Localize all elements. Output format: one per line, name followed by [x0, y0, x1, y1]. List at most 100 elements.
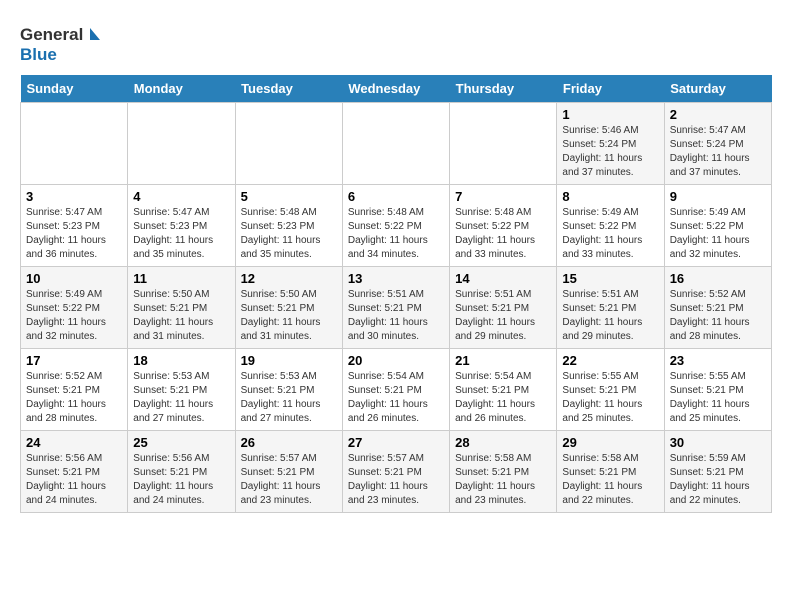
day-number: 17: [26, 353, 122, 368]
calendar-week-row: 1 Sunrise: 5:46 AMSunset: 5:24 PMDaylight…: [21, 103, 772, 185]
day-number: 11: [133, 271, 229, 286]
calendar-cell: 20Sunrise: 5:54 AMSunset: 5:21 PMDayligh…: [342, 349, 449, 431]
calendar-cell: 3 Sunrise: 5:47 AMSunset: 5:23 PMDaylight…: [21, 185, 128, 267]
calendar-cell: 5 Sunrise: 5:48 AMSunset: 5:23 PMDaylight…: [235, 185, 342, 267]
day-info: Sunrise: 5:47 AMSunset: 5:23 PMDaylight:…: [133, 206, 229, 262]
day-number: 16: [670, 271, 766, 286]
calendar-cell: 10 Sunrise: 5:49 AMSunset: 5:22 PMDayligh…: [21, 267, 128, 349]
calendar-cell: 6 Sunrise: 5:48 AMSunset: 5:22 PMDaylight…: [342, 185, 449, 267]
calendar-week-row: 17 Sunrise: 5:52 AMSunset: 5:21 PMDayligh…: [21, 349, 772, 431]
day-number: 20: [348, 353, 444, 368]
calendar-cell: 14 Sunrise: 5:51 AMSunset: 5:21 PMDayligh…: [450, 267, 557, 349]
calendar-cell: 11 Sunrise: 5:50 AMSunset: 5:21 PMDayligh…: [128, 267, 235, 349]
day-number: 30: [670, 435, 766, 450]
day-number: 8: [562, 189, 658, 204]
day-info: Sunrise: 5:48 AMSunset: 5:22 PMDaylight:…: [348, 206, 444, 262]
day-number: 25: [133, 435, 229, 450]
day-number: 24: [26, 435, 122, 450]
day-info: Sunrise: 5:53 AMSunset: 5:21 PMDaylight:…: [241, 370, 337, 426]
calendar-cell: 9Sunrise: 5:49 AMSunset: 5:22 PMDaylight…: [664, 185, 771, 267]
day-info: Sunrise: 5:47 AMSunset: 5:23 PMDaylight:…: [26, 206, 122, 262]
day-number: 7: [455, 189, 551, 204]
calendar-table: SundayMondayTuesdayWednesdayThursdayFrid…: [20, 75, 772, 513]
day-number: 22: [562, 353, 658, 368]
weekday-header-friday: Friday: [557, 75, 664, 103]
calendar-cell: [342, 103, 449, 185]
day-info: Sunrise: 5:46 AMSunset: 5:24 PMDaylight:…: [562, 124, 658, 180]
weekday-header-tuesday: Tuesday: [235, 75, 342, 103]
day-info: Sunrise: 5:57 AMSunset: 5:21 PMDaylight:…: [241, 452, 337, 508]
day-number: 3: [26, 189, 122, 204]
calendar-week-row: 10 Sunrise: 5:49 AMSunset: 5:22 PMDayligh…: [21, 267, 772, 349]
weekday-header-row: SundayMondayTuesdayWednesdayThursdayFrid…: [21, 75, 772, 103]
calendar-cell: [450, 103, 557, 185]
weekday-header-monday: Monday: [128, 75, 235, 103]
day-info: Sunrise: 5:54 AMSunset: 5:21 PMDaylight:…: [455, 370, 551, 426]
day-number: 6: [348, 189, 444, 204]
day-number: 27: [348, 435, 444, 450]
day-number: 10: [26, 271, 122, 286]
day-info: Sunrise: 5:56 AMSunset: 5:21 PMDaylight:…: [133, 452, 229, 508]
calendar-cell: 4 Sunrise: 5:47 AMSunset: 5:23 PMDaylight…: [128, 185, 235, 267]
calendar-cell: 19 Sunrise: 5:53 AMSunset: 5:21 PMDayligh…: [235, 349, 342, 431]
day-info: Sunrise: 5:59 AMSunset: 5:21 PMDaylight:…: [670, 452, 766, 508]
logo: GeneralBlue: [20, 20, 100, 65]
day-info: Sunrise: 5:55 AMSunset: 5:21 PMDaylight:…: [562, 370, 658, 426]
calendar-cell: 15 Sunrise: 5:51 AMSunset: 5:21 PMDayligh…: [557, 267, 664, 349]
day-number: 1: [562, 107, 658, 122]
day-number: 4: [133, 189, 229, 204]
day-info: Sunrise: 5:53 AMSunset: 5:21 PMDaylight:…: [133, 370, 229, 426]
svg-text:General: General: [20, 25, 83, 44]
calendar-cell: 26Sunrise: 5:57 AMSunset: 5:21 PMDayligh…: [235, 431, 342, 513]
day-info: Sunrise: 5:52 AMSunset: 5:21 PMDaylight:…: [26, 370, 122, 426]
day-number: 18: [133, 353, 229, 368]
calendar-cell: 18 Sunrise: 5:53 AMSunset: 5:21 PMDayligh…: [128, 349, 235, 431]
svg-text:Blue: Blue: [20, 45, 57, 64]
calendar-cell: 7Sunrise: 5:48 AMSunset: 5:22 PMDaylight…: [450, 185, 557, 267]
calendar-cell: 1 Sunrise: 5:46 AMSunset: 5:24 PMDaylight…: [557, 103, 664, 185]
calendar-cell: 13 Sunrise: 5:51 AMSunset: 5:21 PMDayligh…: [342, 267, 449, 349]
day-number: 29: [562, 435, 658, 450]
day-number: 19: [241, 353, 337, 368]
weekday-header-sunday: Sunday: [21, 75, 128, 103]
weekday-header-saturday: Saturday: [664, 75, 771, 103]
calendar-header: SundayMondayTuesdayWednesdayThursdayFrid…: [21, 75, 772, 103]
calendar-cell: 12Sunrise: 5:50 AMSunset: 5:21 PMDayligh…: [235, 267, 342, 349]
calendar-cell: [21, 103, 128, 185]
calendar-cell: 28Sunrise: 5:58 AMSunset: 5:21 PMDayligh…: [450, 431, 557, 513]
calendar-cell: 27 Sunrise: 5:57 AMSunset: 5:21 PMDayligh…: [342, 431, 449, 513]
calendar-cell: [235, 103, 342, 185]
day-info: Sunrise: 5:52 AMSunset: 5:21 PMDaylight:…: [670, 288, 766, 344]
day-info: Sunrise: 5:51 AMSunset: 5:21 PMDaylight:…: [562, 288, 658, 344]
calendar-cell: 22 Sunrise: 5:55 AMSunset: 5:21 PMDayligh…: [557, 349, 664, 431]
page-header: GeneralBlue: [20, 20, 772, 65]
day-info: Sunrise: 5:55 AMSunset: 5:21 PMDaylight:…: [670, 370, 766, 426]
day-info: Sunrise: 5:47 AMSunset: 5:24 PMDaylight:…: [670, 124, 766, 180]
day-info: Sunrise: 5:50 AMSunset: 5:21 PMDaylight:…: [133, 288, 229, 344]
day-number: 2: [670, 107, 766, 122]
day-number: 23: [670, 353, 766, 368]
day-info: Sunrise: 5:51 AMSunset: 5:21 PMDaylight:…: [348, 288, 444, 344]
day-number: 5: [241, 189, 337, 204]
calendar-cell: 29 Sunrise: 5:58 AMSunset: 5:21 PMDayligh…: [557, 431, 664, 513]
day-info: Sunrise: 5:48 AMSunset: 5:23 PMDaylight:…: [241, 206, 337, 262]
calendar-week-row: 3 Sunrise: 5:47 AMSunset: 5:23 PMDaylight…: [21, 185, 772, 267]
day-info: Sunrise: 5:49 AMSunset: 5:22 PMDaylight:…: [562, 206, 658, 262]
calendar-cell: [128, 103, 235, 185]
logo-icon: GeneralBlue: [20, 20, 100, 65]
day-number: 13: [348, 271, 444, 286]
day-number: 21: [455, 353, 551, 368]
calendar-cell: 24 Sunrise: 5:56 AMSunset: 5:21 PMDayligh…: [21, 431, 128, 513]
calendar-cell: 2 Sunrise: 5:47 AMSunset: 5:24 PMDaylight…: [664, 103, 771, 185]
day-number: 14: [455, 271, 551, 286]
day-info: Sunrise: 5:58 AMSunset: 5:21 PMDaylight:…: [562, 452, 658, 508]
day-info: Sunrise: 5:49 AMSunset: 5:22 PMDaylight:…: [26, 288, 122, 344]
calendar-cell: 16 Sunrise: 5:52 AMSunset: 5:21 PMDayligh…: [664, 267, 771, 349]
day-info: Sunrise: 5:56 AMSunset: 5:21 PMDaylight:…: [26, 452, 122, 508]
calendar-cell: 30 Sunrise: 5:59 AMSunset: 5:21 PMDayligh…: [664, 431, 771, 513]
day-number: 15: [562, 271, 658, 286]
weekday-header-wednesday: Wednesday: [342, 75, 449, 103]
day-info: Sunrise: 5:57 AMSunset: 5:21 PMDaylight:…: [348, 452, 444, 508]
day-info: Sunrise: 5:51 AMSunset: 5:21 PMDaylight:…: [455, 288, 551, 344]
day-number: 12: [241, 271, 337, 286]
